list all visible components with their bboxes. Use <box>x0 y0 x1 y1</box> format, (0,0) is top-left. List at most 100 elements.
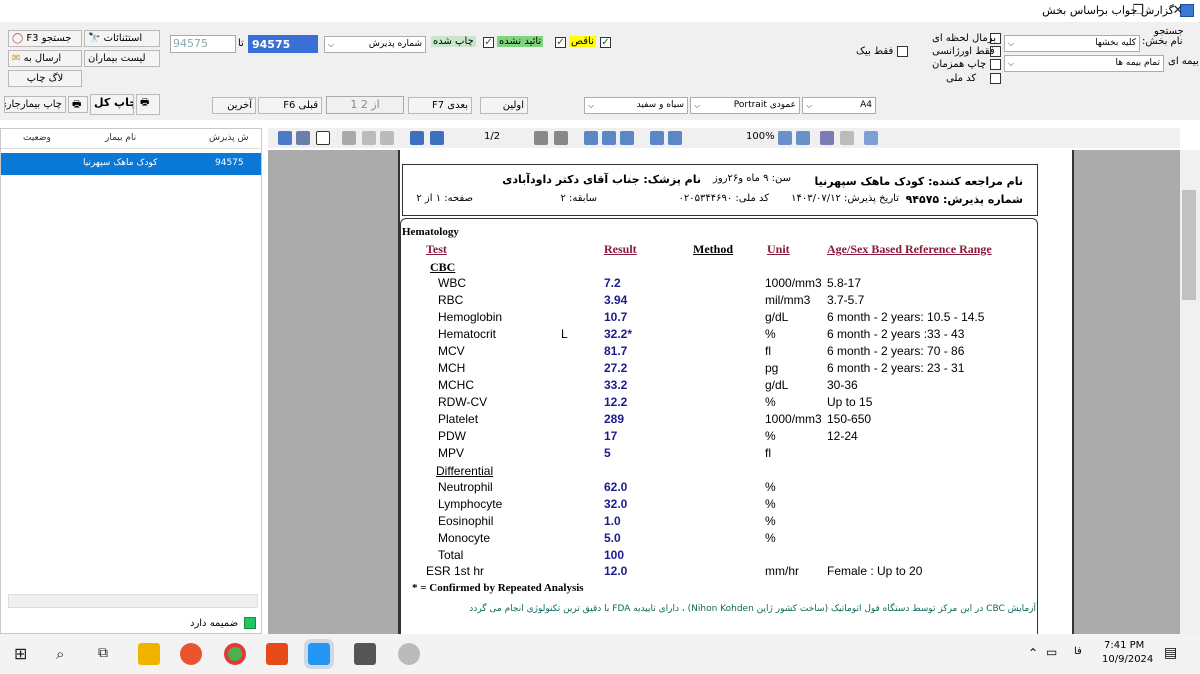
test-name: MPV <box>438 446 465 460</box>
checkbox-only-bank[interactable] <box>897 46 908 60</box>
windows-start-icon[interactable]: ⊞ <box>14 645 32 663</box>
from-number-input[interactable]: 94575 <box>248 35 318 53</box>
checkbox-print-along[interactable] <box>990 59 1001 73</box>
test-result: 33.2 <box>604 378 628 392</box>
test-name: RBC <box>438 293 464 307</box>
diff-test-name: Eosinophil <box>438 514 494 528</box>
diff-test-result: 62.0 <box>604 480 628 494</box>
patient-list-button[interactable]: لیست بیماران <box>84 50 160 67</box>
checkbox-incomplete[interactable] <box>600 37 611 48</box>
report-page: نام مراجعه کننده: کودک ماهک سپهرنیا سن: … <box>400 150 1072 634</box>
prev-page-button[interactable]: قبلی F6 <box>258 97 322 114</box>
page-edge <box>1072 150 1074 634</box>
section-combo[interactable]: ⌵ کلیه بخشها <box>1004 35 1140 52</box>
close-button[interactable]: ✕ <box>1168 2 1188 20</box>
zoom-in-icon[interactable] <box>778 131 792 145</box>
back-icon[interactable] <box>380 131 394 145</box>
print-current-patient-button[interactable]: چاپ بیمارجاری <box>4 96 66 113</box>
lab-app-icon[interactable] <box>304 639 334 669</box>
patient-row[interactable]: 94575 کودک ماهک سپهرنیا <box>1 153 261 175</box>
copy-icon[interactable] <box>840 131 854 145</box>
last-page-button[interactable]: آخرین <box>212 97 256 114</box>
diff-test-name: Total <box>438 548 464 562</box>
task-view-icon[interactable]: ⧉ <box>98 645 108 661</box>
section-name-label: نام بخش: <box>1142 36 1183 47</box>
insurance-combo[interactable]: ⌵ تمام بیمه ها <box>1004 55 1164 72</box>
network-icon[interactable]: ▭ <box>1046 645 1057 659</box>
stop-icon[interactable] <box>362 131 376 145</box>
file-explorer-icon[interactable] <box>138 643 160 665</box>
orientation-combo[interactable]: ⌵ Portrait عمودی <box>690 97 800 114</box>
zoom-out-icon[interactable] <box>796 131 810 145</box>
test-name: RDW-CV <box>438 395 488 409</box>
zoom-level[interactable]: 100% <box>746 131 775 142</box>
paper-size-combo[interactable]: ⌵ A4 <box>802 97 876 114</box>
group-cbc: CBC <box>430 260 456 274</box>
attachment-legend-label: ضمیمه دارد <box>190 618 239 629</box>
find-icon[interactable] <box>820 131 834 145</box>
send-to-button[interactable]: ✉ ارسال به <box>8 50 82 67</box>
page-indicator: 1/2 <box>484 131 501 142</box>
export-icon[interactable] <box>278 131 292 145</box>
test-name: PDW <box>438 429 466 443</box>
multi-page-icon[interactable] <box>602 131 616 145</box>
thumbnails-icon[interactable] <box>620 131 634 145</box>
fit-width-icon[interactable] <box>668 131 682 145</box>
exceptions-button[interactable]: 🔭 استثنائات <box>84 30 160 47</box>
first-page-button[interactable]: اولین <box>480 97 528 114</box>
diff-test-unit: % <box>765 480 776 494</box>
search-icon[interactable]: ⌕ <box>56 645 64 663</box>
checkbox-not-approved[interactable] <box>555 37 566 48</box>
notification-icon[interactable]: ▤ <box>1164 645 1177 661</box>
language-indicator[interactable]: فا <box>1074 646 1082 657</box>
refresh-icon[interactable] <box>342 131 356 145</box>
list-horizontal-scrollbar[interactable] <box>8 594 258 608</box>
single-page-icon[interactable] <box>584 131 598 145</box>
to-number-input[interactable]: 94575 <box>170 35 236 53</box>
reception-number-combo[interactable]: ⌵ شماره پذیرش <box>324 36 426 53</box>
footnote: * = Confirmed by Repeated Analysis <box>412 582 584 594</box>
next-page-button[interactable]: بعدی F7 <box>408 97 472 114</box>
test-unit: mil/mm3 <box>765 293 811 307</box>
color-mode-combo[interactable]: ⌵ سیاه و سفید <box>584 97 688 114</box>
chevron-up-icon[interactable]: ⌃ <box>1028 646 1038 660</box>
test-name: Hemoglobin <box>438 310 503 324</box>
layout-icon[interactable] <box>864 131 878 145</box>
checkbox-national-code[interactable] <box>990 73 1001 87</box>
maximize-button[interactable]: ❐ <box>1128 2 1148 20</box>
calculator-icon[interactable] <box>354 643 376 665</box>
tree-icon[interactable] <box>296 131 310 145</box>
test-result: 27.2 <box>604 361 628 375</box>
first-page-icon[interactable] <box>410 131 424 145</box>
f3-search-button[interactable]: ◯ F3 جستجو <box>8 30 82 47</box>
last-page-icon[interactable] <box>554 131 568 145</box>
next-page-icon[interactable] <box>534 131 548 145</box>
print-all-button[interactable]: چاپ کل <box>90 94 134 115</box>
chrome-icon[interactable] <box>224 643 246 665</box>
abnormal-flag: L <box>561 327 568 341</box>
incomplete-label: ناقص <box>569 36 596 47</box>
printer-large-icon[interactable]: 🖶 <box>136 94 160 115</box>
reference-range: 30-36 <box>827 378 858 392</box>
clock-date[interactable]: 10/9/2024 <box>1102 654 1153 665</box>
national-code-line: کد ملی: ۰۲۰۵۳۴۴۶۹۰ <box>678 193 769 204</box>
age-line: سن: ۹ ماه و۲۶روز <box>712 173 791 184</box>
clock-time[interactable]: 7:41 PM <box>1104 640 1144 651</box>
reference-range: 6 month - 2 years: 10.5 - 14.5 <box>827 310 985 324</box>
print-log-button[interactable]: لاگ چاپ <box>8 70 82 87</box>
taskbar: ⊞ ⌕ ⧉ ⌃ ▭ فا 7:41 PM 10/9/2024 ▤ <box>0 634 1200 674</box>
patient-list-header: ش پذیرش نام بیمار وضعیت <box>1 129 261 149</box>
filter-toolbar: جستجو نام بخش: ⌵ کلیه بخشها بیمه ای ⌵ تمام… <box>0 22 1200 120</box>
checkbox-printed[interactable] <box>483 37 494 48</box>
test-name: MCHC <box>438 378 474 392</box>
prev-page-icon[interactable] <box>430 131 444 145</box>
app-icon-orange[interactable] <box>266 643 288 665</box>
firefox-icon[interactable] <box>180 643 202 665</box>
diff-test-name: Lymphocyte <box>438 497 503 511</box>
printer-icon[interactable]: 🖶 <box>68 96 88 113</box>
hand-icon[interactable] <box>316 131 330 145</box>
network-app-icon[interactable] <box>398 643 420 665</box>
minimize-button[interactable]: – <box>1090 2 1110 20</box>
fit-page-icon[interactable] <box>650 131 664 145</box>
scrollbar-thumb[interactable] <box>1182 190 1196 300</box>
